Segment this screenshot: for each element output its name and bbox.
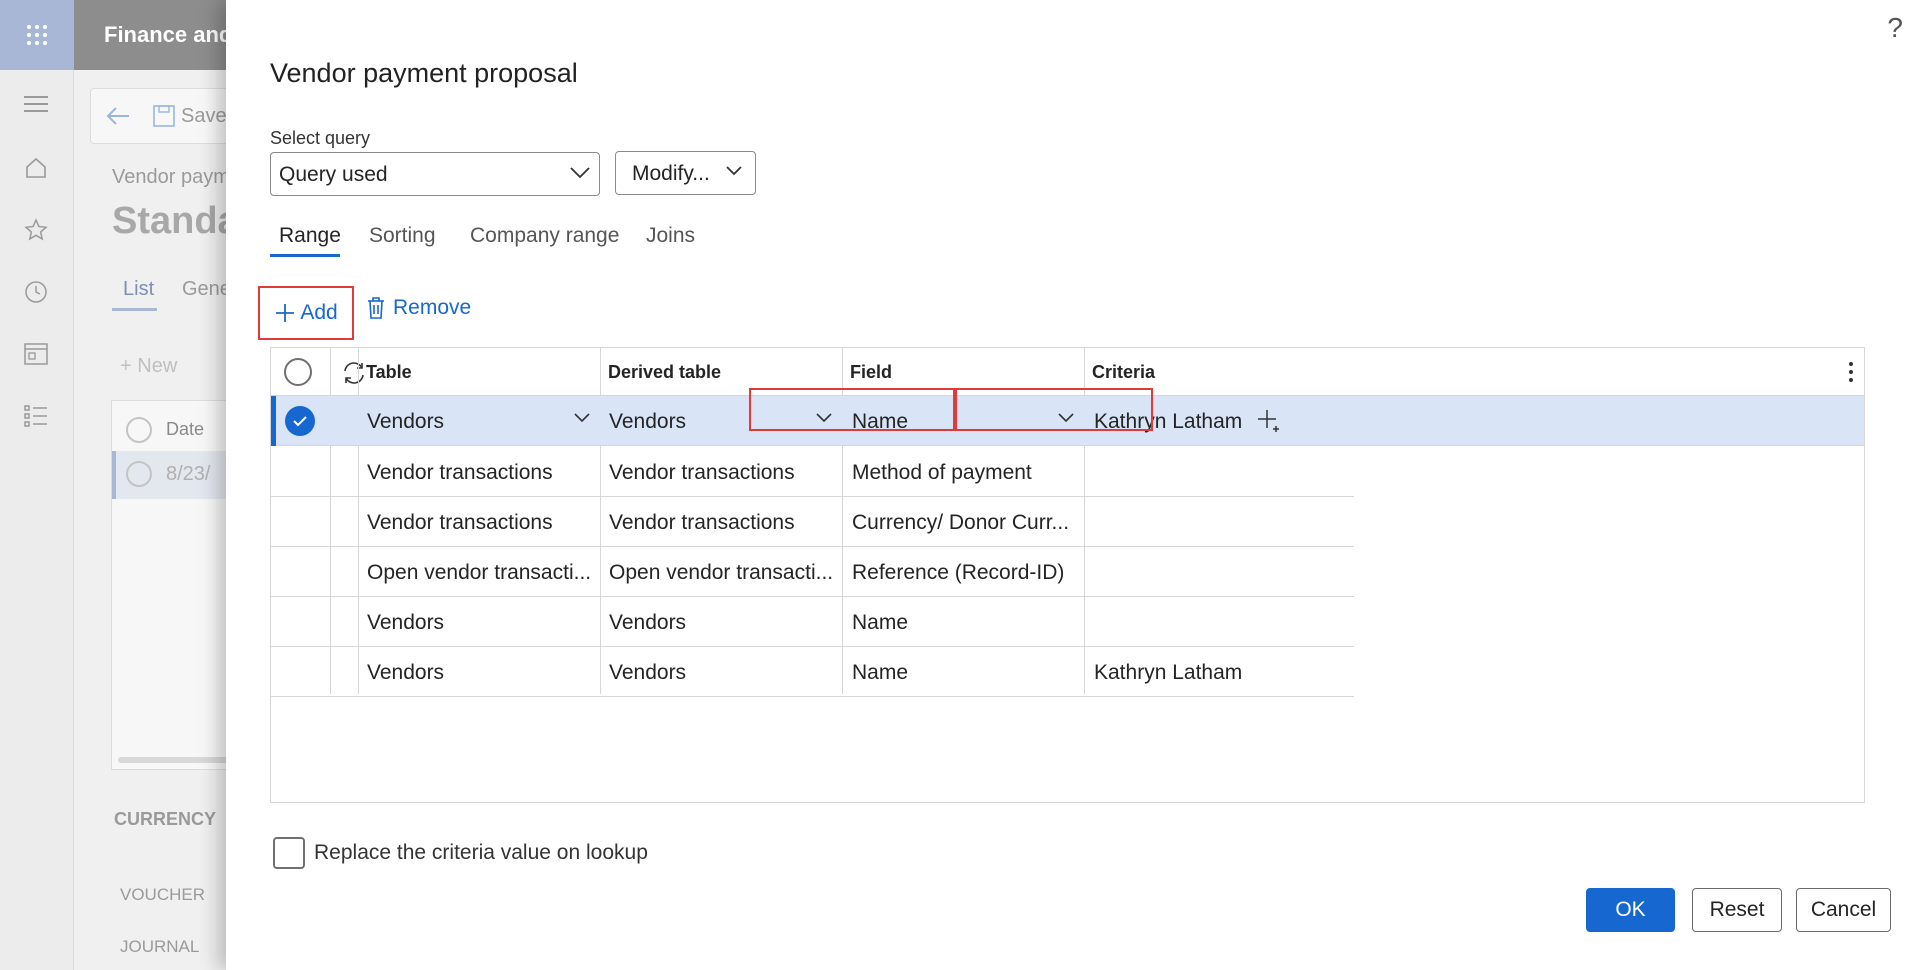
table-row[interactable]: Vendor transactions Vendor transactions … xyxy=(271,447,1354,497)
reset-button[interactable]: Reset xyxy=(1692,888,1782,932)
cell-derived-table[interactable]: Open vendor transacti... xyxy=(601,547,841,597)
table-row[interactable]: Vendors Vendors Name Kathryn Latham xyxy=(271,647,1354,697)
range-grid: Table Derived table Field Criteria Vendo… xyxy=(270,347,1865,803)
select-query-label: Select query xyxy=(270,128,371,148)
checkmark-icon xyxy=(293,416,307,427)
left-navigation xyxy=(0,70,74,970)
replace-criteria-label: Replace the criteria value on lookup xyxy=(314,841,648,864)
new-button[interactable]: + New xyxy=(120,355,177,378)
select-all-radio[interactable] xyxy=(126,417,152,443)
save-icon[interactable] xyxy=(153,105,175,127)
tab-joins[interactable]: Joins xyxy=(646,224,695,248)
remove-label: Remove xyxy=(393,296,472,319)
section-voucher: VOUCHER xyxy=(120,885,206,904)
criteria-highlight-box xyxy=(955,388,1153,431)
cell-derived-table[interactable]: Vendors xyxy=(601,647,841,697)
page-title: Standa xyxy=(112,200,239,242)
tab-general[interactable]: Gene xyxy=(182,278,231,301)
cell-table[interactable]: Vendor transactions xyxy=(359,447,599,497)
row-checked-radio[interactable] xyxy=(285,406,315,436)
list-header-date: Date xyxy=(166,419,205,439)
home-icon[interactable] xyxy=(22,154,50,182)
remove-button[interactable]: Remove xyxy=(367,296,471,320)
cell-table[interactable]: Open vendor transacti... xyxy=(359,547,599,597)
chevron-down-icon xyxy=(726,166,742,176)
cell-criteria[interactable] xyxy=(1086,547,1326,597)
waffle-icon xyxy=(27,25,47,45)
column-header-table[interactable]: Table xyxy=(359,348,599,396)
row-radio[interactable] xyxy=(126,461,152,487)
vendor-payment-proposal-dialog: ? Vendor payment proposal Select query Q… xyxy=(226,0,1917,970)
star-icon[interactable] xyxy=(22,216,50,244)
cell-table[interactable]: Vendors xyxy=(359,597,599,647)
list-row-date: 8/23/ xyxy=(166,463,211,485)
add-label: Add xyxy=(300,301,338,324)
field-highlight-box xyxy=(749,388,955,431)
cell-table[interactable]: Vendors xyxy=(359,396,559,446)
active-tab-indicator xyxy=(270,254,340,257)
modify-label: Modify... xyxy=(632,162,710,185)
help-button[interactable]: ? xyxy=(1887,12,1903,44)
cell-table[interactable]: Vendor transactions xyxy=(359,497,599,547)
lookup-plus-icon[interactable] xyxy=(1257,409,1281,433)
dialog-title: Vendor payment proposal xyxy=(270,58,578,88)
cell-criteria[interactable] xyxy=(1086,497,1326,547)
save-button-label[interactable]: Save xyxy=(181,105,227,128)
cell-criteria[interactable] xyxy=(1086,597,1326,647)
clock-icon[interactable] xyxy=(22,278,50,306)
cell-derived-table[interactable]: Vendor transactions xyxy=(601,447,841,497)
cell-field[interactable]: Reference (Record-ID) xyxy=(844,547,1084,597)
more-options-icon[interactable] xyxy=(1848,361,1854,383)
cell-field[interactable]: Name xyxy=(844,647,1084,697)
cancel-button[interactable]: Cancel xyxy=(1796,888,1891,932)
tab-list[interactable]: List xyxy=(123,278,154,301)
select-all-radio[interactable] xyxy=(284,358,312,386)
trash-icon xyxy=(368,297,384,319)
cell-field[interactable]: Currency/ Donor Curr... xyxy=(844,497,1084,547)
select-query-dropdown[interactable]: Query used xyxy=(270,152,600,196)
chevron-down-icon[interactable] xyxy=(573,412,591,424)
tab-sorting[interactable]: Sorting xyxy=(369,224,436,248)
plus-icon: + xyxy=(120,355,132,377)
ok-button[interactable]: OK xyxy=(1586,888,1675,932)
section-journal: JOURNAL xyxy=(120,937,200,956)
tab-list-underline xyxy=(112,308,157,311)
row-selected-indicator xyxy=(271,396,276,446)
add-button[interactable]: Add xyxy=(258,286,354,340)
table-row[interactable]: Vendor transactions Vendor transactions … xyxy=(271,497,1354,547)
modify-dropdown-button[interactable]: Modify... xyxy=(615,151,756,195)
back-arrow-icon[interactable] xyxy=(105,105,131,127)
table-row[interactable]: Vendors Vendors Name xyxy=(271,597,1354,647)
table-row[interactable]: Open vendor transacti... Open vendor tra… xyxy=(271,547,1354,597)
cell-field[interactable]: Name xyxy=(844,597,1084,647)
hamburger-icon[interactable] xyxy=(22,90,50,118)
tab-range[interactable]: Range xyxy=(279,224,341,248)
app-title: Finance and xyxy=(104,22,233,47)
section-currency: CURRENCY xyxy=(114,809,217,829)
cell-criteria[interactable]: Kathryn Latham xyxy=(1086,647,1326,697)
chevron-down-icon xyxy=(570,167,590,179)
replace-criteria-checkbox[interactable] xyxy=(273,837,305,869)
workspace-icon[interactable] xyxy=(22,340,50,368)
select-query-value: Query used xyxy=(279,163,388,186)
app-launcher-button[interactable] xyxy=(0,0,74,70)
breadcrumb: Vendor paym xyxy=(112,166,230,188)
cell-criteria[interactable] xyxy=(1086,447,1326,497)
cell-table[interactable]: Vendors xyxy=(359,647,599,697)
modules-list-icon[interactable] xyxy=(22,402,50,430)
cell-derived-table[interactable]: Vendor transactions xyxy=(601,497,841,547)
tab-company-range[interactable]: Company range xyxy=(470,224,619,248)
new-button-label: New xyxy=(137,355,178,377)
cell-derived-table[interactable]: Vendors xyxy=(601,597,841,647)
cell-field[interactable]: Method of payment xyxy=(844,447,1084,497)
plus-icon xyxy=(276,304,295,322)
